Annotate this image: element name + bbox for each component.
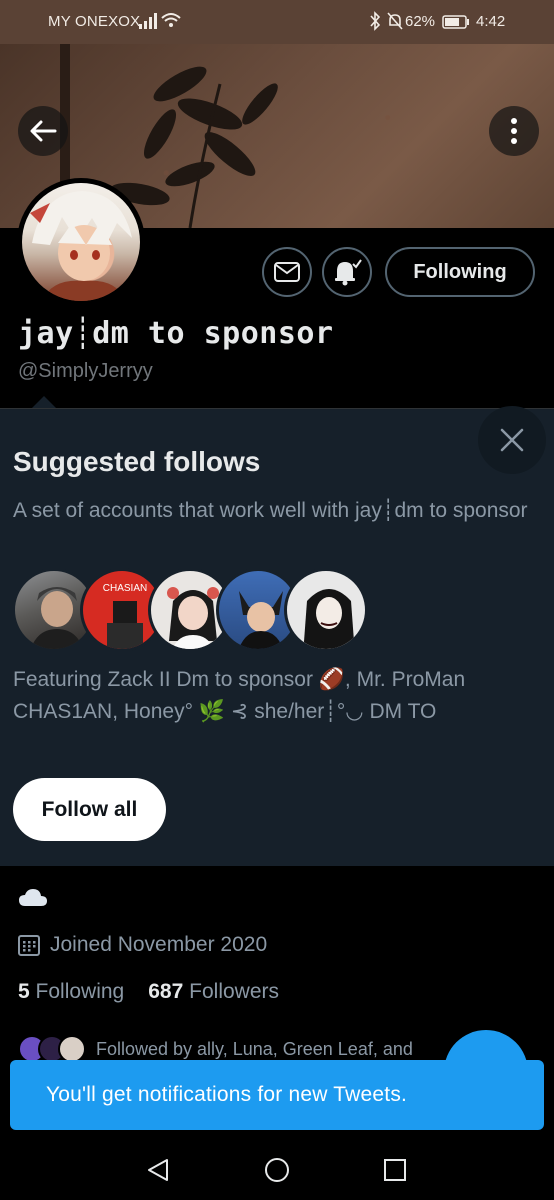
battery-icon [442,15,469,29]
arrow-left-icon [30,120,57,142]
card-pointer [32,396,56,408]
bluetooth-icon [370,11,381,31]
system-nav-bar [0,1140,554,1200]
suggested-avatars: CHASIAN [12,568,372,652]
notification-toast: You'll get notifications for new Tweets. [10,1060,544,1130]
back-button[interactable] [18,106,68,156]
signal-icon [139,13,157,29]
status-bar: MY ONEXOX 62% 4:42 [0,0,554,44]
close-icon [500,428,524,452]
close-suggestions-button[interactable] [478,406,546,474]
following-count[interactable]: 5 Following [18,980,124,1004]
more-options-button[interactable] [489,106,539,156]
followed-by-text: Followed by ally, Luna, Green Leaf, and [96,1038,413,1059]
nav-home-icon[interactable] [264,1157,290,1183]
follower-avatar [58,1035,86,1063]
mail-icon [274,262,300,282]
user-handle: @SimplyJerryy [18,360,153,382]
profile-avatar[interactable] [17,178,145,306]
mute-icon [387,12,403,30]
cloud-icon [19,889,47,906]
wifi-icon [161,13,181,27]
toast-message: You'll get notifications for new Tweets. [46,1083,408,1106]
nav-recents-icon[interactable] [382,1157,408,1183]
following-button[interactable]: Following [385,247,535,297]
display-name: jay┊dm to sponsor [18,316,334,351]
follow-all-button[interactable]: Follow all [13,778,166,841]
follow-counts: 5 Following 687 Followers [18,980,279,1004]
nav-back-icon[interactable] [145,1157,171,1183]
suggested-title: Suggested follows [13,446,261,477]
chasian-logo-text: CHASIAN [103,583,147,594]
suggested-description: A set of accounts that work well with ja… [13,499,528,522]
more-vertical-icon [511,118,517,144]
message-button[interactable] [262,247,312,297]
followers-count[interactable]: 687 Followers [148,980,279,1004]
joined-label: Joined November 2020 [50,933,268,956]
carrier-label: MY ONEXOX [48,13,141,30]
bell-check-icon [335,259,362,286]
clock: 4:42 [476,13,506,30]
suggested-avatar[interactable] [284,568,368,652]
calendar-icon [18,935,40,956]
joined-date: Joined November 2020 [18,930,267,960]
notifications-button[interactable] [322,247,372,297]
battery-percent: 62% [405,13,436,30]
featuring-text: Featuring Zack II Dm to sponsor 🏈, Mr. P… [13,668,466,723]
avatar-image [22,183,140,301]
